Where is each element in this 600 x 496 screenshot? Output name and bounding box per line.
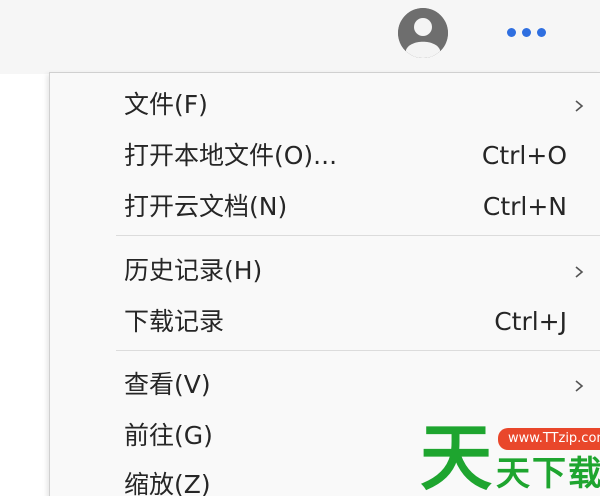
menu-item-open-cloud-doc[interactable]: 打开云文档(N) Ctrl+N <box>50 183 600 231</box>
menu-item-label: 缩放(Z) <box>124 470 211 496</box>
menu-item-label: 历史记录(H) <box>124 256 263 285</box>
user-avatar-icon[interactable] <box>398 8 448 58</box>
menu-item-view[interactable]: 查看(V) <box>50 361 600 409</box>
watermark-url: www.TTzip.com <box>498 428 600 450</box>
menu-item-label: 查看(V) <box>124 370 211 399</box>
menu-item-label: 文件(F) <box>124 90 208 119</box>
chevron-right-icon <box>575 100 584 112</box>
more-dot <box>536 27 546 37</box>
menu-item-shortcut: Ctrl+O <box>481 141 567 170</box>
menu-separator <box>116 350 600 351</box>
chevron-right-icon <box>575 380 584 392</box>
chevron-right-icon <box>575 266 584 278</box>
menu-item-label: 下载记录 <box>124 307 225 336</box>
browser-window: 文件(F) 打开本地文件(O)... Ctrl+O 打开云文档(N) Ctrl+… <box>0 0 600 496</box>
menu-item-file[interactable]: 文件(F) <box>50 81 600 129</box>
watermark-logo-char: 天 <box>420 416 493 496</box>
menu-item-shortcut: Ctrl+N <box>482 192 567 221</box>
page-content-area <box>0 74 50 496</box>
more-dot <box>521 27 531 37</box>
menu-separator <box>116 235 600 236</box>
more-dot <box>506 27 516 37</box>
menu-item-label: 前往(G) <box>124 421 213 450</box>
menu-item-open-local-file[interactable]: 打开本地文件(O)... Ctrl+O <box>50 132 600 180</box>
menu-item-label: 打开云文档(N) <box>124 192 288 221</box>
more-dots-icon[interactable] <box>498 20 554 44</box>
watermark-text: 天下载 <box>496 454 600 494</box>
site-watermark: 天 www.TTzip.com 天下载 <box>420 420 600 496</box>
menu-item-downloads[interactable]: 下载记录 Ctrl+J <box>50 298 600 346</box>
top-toolbar <box>0 0 600 75</box>
menu-item-history[interactable]: 历史记录(H) <box>50 247 600 295</box>
menu-item-shortcut: Ctrl+J <box>494 307 567 336</box>
menu-item-label: 打开本地文件(O)... <box>124 141 338 170</box>
